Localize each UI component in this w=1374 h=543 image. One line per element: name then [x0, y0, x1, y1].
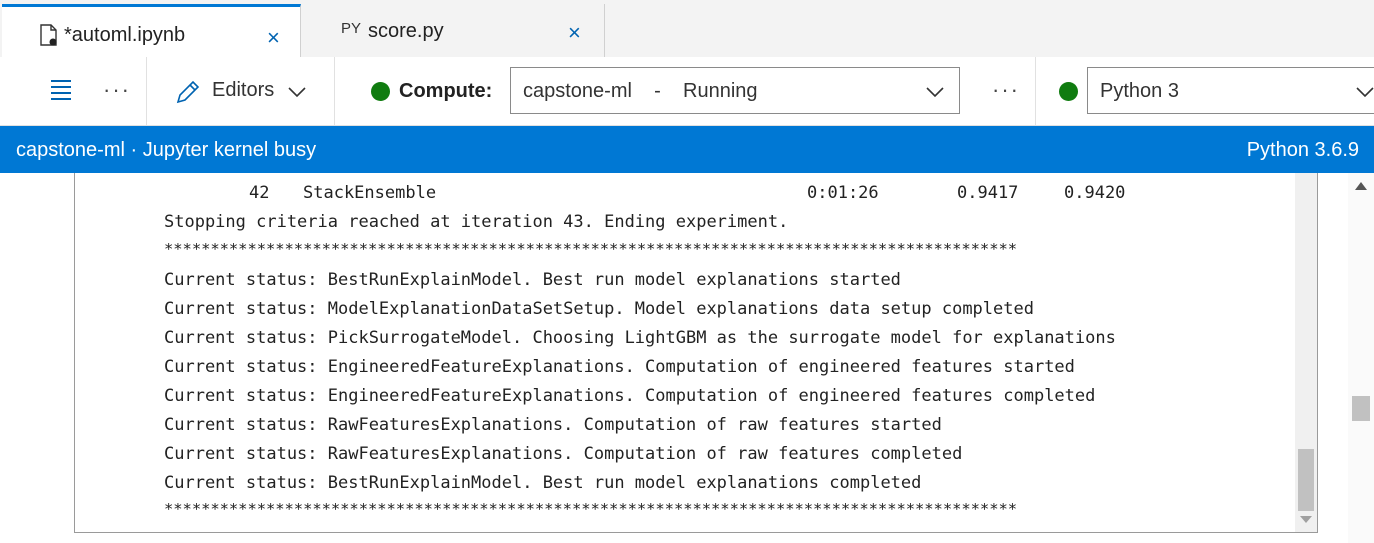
- iteration-metric: 0.9417: [957, 183, 1019, 203]
- output-line: Current status: BestRunExplainModel. Bes…: [164, 473, 922, 493]
- divider: [334, 57, 335, 125]
- tab-automl-notebook[interactable]: *automl.ipynb ×: [2, 4, 301, 58]
- more-actions-button[interactable]: ···: [992, 77, 1020, 103]
- output-scrollbar-thumb[interactable]: [1298, 449, 1314, 511]
- compute-select-value: capstone-ml - Running: [523, 80, 758, 102]
- output-scrollbar[interactable]: [1295, 173, 1317, 532]
- divider: [146, 57, 147, 125]
- kernel-status-text: capstone-ml · Jupyter kernel busy: [16, 139, 317, 161]
- chevron-down-icon[interactable]: [288, 86, 306, 98]
- kernel-status-icon: [1059, 82, 1078, 101]
- python-file-icon: PY: [341, 20, 362, 37]
- notebook-scrollbar-thumb[interactable]: [1352, 396, 1370, 421]
- iteration-pipeline: StackEnsemble: [303, 183, 437, 203]
- output-line: Current status: BestRunExplainModel. Bes…: [164, 270, 901, 290]
- kernel-select[interactable]: Python 3: [1087, 67, 1374, 114]
- python-version: Python 3.6.9: [1246, 139, 1359, 161]
- compute-select[interactable]: capstone-ml - Running: [510, 67, 960, 114]
- divider: [1035, 57, 1036, 125]
- cell-output: 42 StackEnsemble 0:01:26 0.9417 0.9420 S…: [74, 173, 1318, 533]
- scroll-up-arrow-icon[interactable]: [1355, 182, 1367, 190]
- tab-score-py[interactable]: PY score.py ×: [302, 4, 605, 57]
- notebook-file-icon: [40, 24, 57, 46]
- iteration-index: 42: [249, 183, 270, 203]
- tab-label: score.py: [368, 20, 444, 42]
- output-line: Stopping criteria reached at iteration 4…: [164, 212, 789, 232]
- output-line: Current status: EngineeredFeatureExplana…: [164, 357, 1075, 377]
- chevron-down-icon: [926, 87, 944, 98]
- output-line: Current status: ModelExplanationDataSetS…: [164, 299, 1034, 319]
- close-icon[interactable]: ×: [568, 22, 581, 44]
- chevron-down-icon: [1356, 87, 1374, 98]
- iteration-duration: 0:01:26: [807, 183, 879, 203]
- compute-status-icon: [371, 82, 390, 101]
- pencil-icon: [176, 80, 200, 104]
- scroll-down-arrow-icon[interactable]: [1300, 516, 1312, 523]
- tab-label: *automl.ipynb: [64, 24, 186, 46]
- notebook-scrollbar[interactable]: [1348, 173, 1374, 543]
- iteration-best: 0.9420: [1064, 183, 1126, 203]
- editors-dropdown[interactable]: Editors: [212, 79, 274, 102]
- more-actions-button[interactable]: ···: [103, 77, 131, 103]
- compute-label: Compute:: [399, 80, 493, 102]
- notebook-toolbar: ··· Editors Compute: capstone-ml - Runni…: [0, 57, 1374, 126]
- output-line: Current status: RawFeaturesExplanations.…: [164, 444, 963, 464]
- list-menu-icon[interactable]: [50, 79, 72, 101]
- kernel-select-value: Python 3: [1100, 80, 1179, 102]
- kernel-status-bar: capstone-ml · Jupyter kernel busy Python…: [0, 126, 1374, 173]
- output-line: Current status: RawFeaturesExplanations.…: [164, 415, 942, 435]
- output-line: Current status: EngineeredFeatureExplana…: [164, 386, 1096, 406]
- close-icon[interactable]: ×: [267, 27, 280, 49]
- output-separator: ****************************************…: [164, 240, 1018, 258]
- tab-bar: *automl.ipynb × PY score.py ×: [0, 0, 1374, 58]
- output-line: Current status: PickSurrogateModel. Choo…: [164, 328, 1116, 348]
- output-separator: ****************************************…: [164, 500, 1018, 518]
